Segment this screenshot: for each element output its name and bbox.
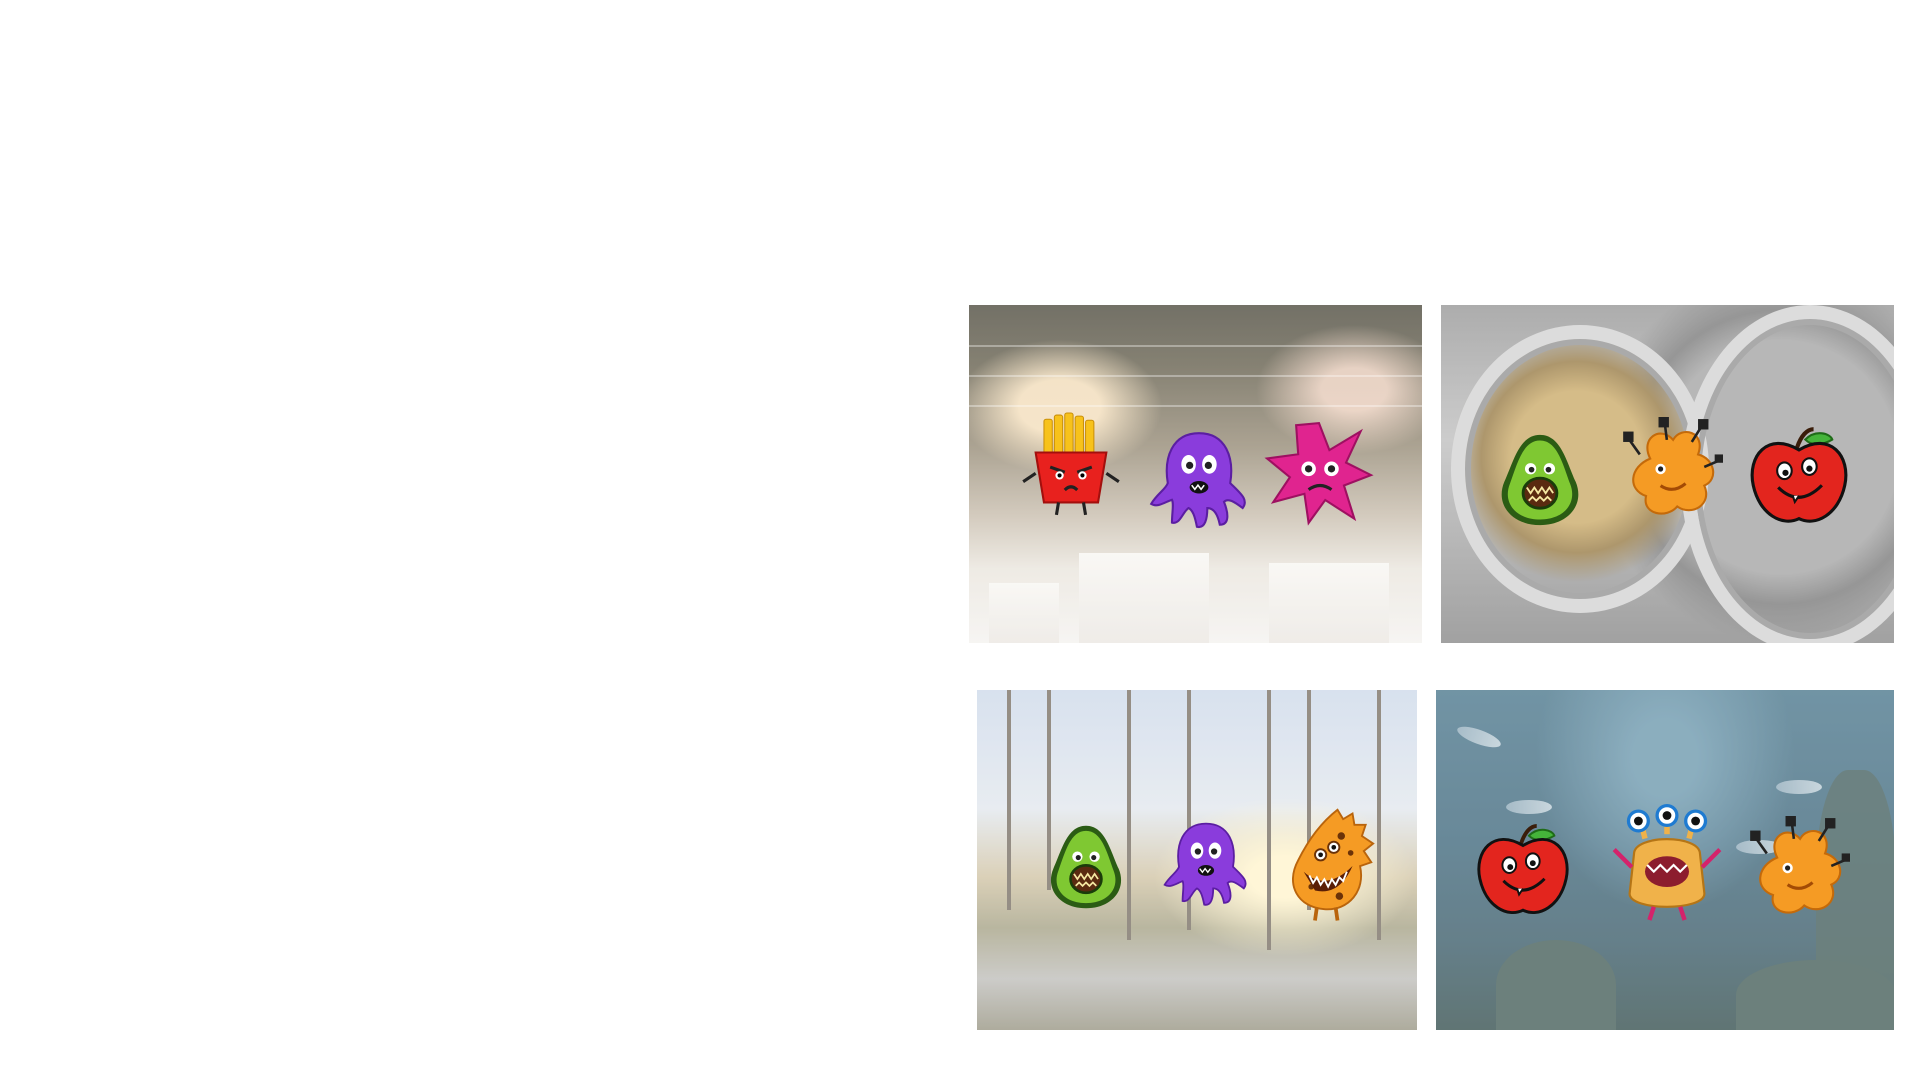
red-apple-monster-icon[interactable] [1474,822,1572,920]
red-apple-monster-icon[interactable] [1747,425,1851,529]
pink-star-monster-icon[interactable] [1264,421,1374,526]
orange-tentacle-monster-icon[interactable] [1746,816,1850,920]
three-eyed-monster-icon[interactable] [1612,803,1722,921]
purple-octopus-monster-icon[interactable] [1147,429,1251,533]
game-stage [0,0,1920,1080]
scene-card-jewelry-shop[interactable] [969,305,1422,643]
french-fries-monster-icon[interactable] [1019,412,1123,517]
purple-octopus-monster-icon[interactable] [1161,820,1251,910]
scene-card-swamp[interactable] [977,690,1417,1030]
scene-card-aquarium[interactable] [1436,690,1894,1030]
orange-spotted-monster-icon[interactable] [1283,806,1377,928]
avocado-monster-icon[interactable] [1493,433,1587,527]
orange-tentacle-monster-icon[interactable] [1619,417,1723,521]
avocado-monster-icon[interactable] [1043,824,1129,910]
scene-card-gold-vault[interactable] [1441,305,1894,643]
